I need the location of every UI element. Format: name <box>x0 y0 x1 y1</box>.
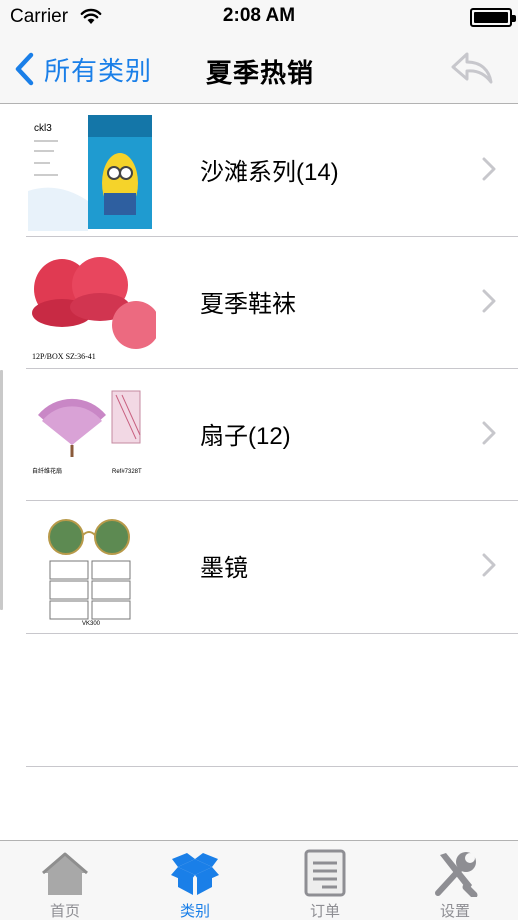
chevron-right-icon <box>482 289 496 313</box>
sunglasses-product-thumb: VK300 <box>28 507 156 627</box>
tab-category[interactable]: 类别 <box>130 841 260 920</box>
tab-label: 类别 <box>179 903 210 920</box>
svg-text:自纤维花扇: 自纤维花扇 <box>32 467 62 475</box>
svg-text:VK300: VK300 <box>82 621 101 627</box>
chevron-right-icon <box>482 157 496 181</box>
row-separator <box>26 633 518 634</box>
tab-orders[interactable]: 订单 <box>260 841 390 920</box>
chevron-left-icon <box>15 52 34 86</box>
row-separator <box>26 766 518 767</box>
list-item[interactable]: ckl3 沙滩系列(14) <box>0 105 518 237</box>
chevron-right-icon <box>482 553 496 577</box>
battery-icon <box>470 8 516 27</box>
category-table[interactable]: ckl3 沙滩系列(14) 12P/BOX SZ:36-41 夏季鞋袜 自纤维花… <box>0 105 518 840</box>
box-icon <box>171 853 219 895</box>
row-label: 夏季鞋袜 <box>200 291 296 318</box>
fan-product-thumb: 自纤维花扇 Ref#7328T <box>28 375 156 495</box>
nav-bar: 所有类别 夏季热销 <box>0 36 518 104</box>
row-label: 沙滩系列(14) <box>200 159 339 186</box>
document-icon <box>304 849 346 897</box>
status-bar: Carrier 2:08 AM <box>0 0 518 36</box>
tab-label: 首页 <box>49 903 80 920</box>
slippers-product-thumb: 12P/BOX SZ:36-41 <box>28 243 156 363</box>
list-item[interactable]: VK300 墨镜 <box>0 501 518 633</box>
list-item[interactable]: 12P/BOX SZ:36-41 夏季鞋袜 <box>0 237 518 369</box>
towel-product-thumb: ckl3 <box>28 111 156 231</box>
reply-arrow-icon[interactable] <box>448 48 496 88</box>
tab-home[interactable]: 首页 <box>0 841 130 920</box>
tab-settings[interactable]: 设置 <box>390 841 518 920</box>
svg-text:12P/BOX SZ:36-41: 12P/BOX SZ:36-41 <box>32 352 96 361</box>
status-time: 2:08 AM <box>222 5 296 26</box>
tab-bar: 首页 类别 订单 设置 <box>0 840 518 920</box>
chevron-right-icon <box>482 421 496 445</box>
row-label: 墨镜 <box>200 555 248 582</box>
list-item[interactable]: 自纤维花扇 Ref#7328T 扇子(12) <box>0 369 518 501</box>
row-label: 扇子(12) <box>200 423 291 450</box>
back-button[interactable]: 所有类别 <box>12 49 152 89</box>
svg-text:Ref#7328T: Ref#7328T <box>112 469 142 475</box>
back-label: 所有类别 <box>44 55 153 86</box>
tab-label: 设置 <box>439 903 470 920</box>
page-title: 夏季热销 <box>206 58 315 88</box>
svg-text:ckl3: ckl3 <box>34 123 52 134</box>
tools-icon <box>435 852 478 897</box>
home-icon <box>42 852 88 895</box>
tab-label: 订单 <box>309 903 340 920</box>
